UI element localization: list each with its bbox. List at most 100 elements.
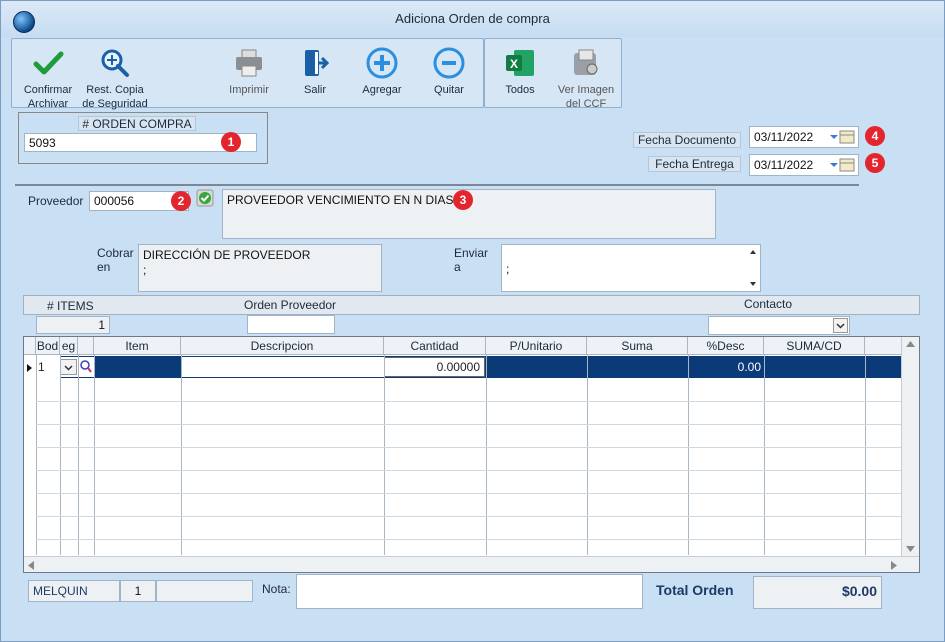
minus-circle-icon bbox=[433, 47, 465, 79]
exit-door-icon bbox=[305, 50, 330, 76]
validate-check-icon[interactable] bbox=[196, 189, 214, 207]
col-empty bbox=[865, 337, 902, 355]
magnifier-plus-icon bbox=[101, 49, 129, 77]
cobrar-address-field: DIRECCIÓN DE PROVEEDOR ; bbox=[138, 244, 382, 292]
scroll-left-icon[interactable] bbox=[28, 561, 34, 570]
scroll-arrows-icon[interactable] bbox=[748, 247, 758, 289]
enviar-address-value: ; bbox=[506, 262, 510, 276]
excel-all-button[interactable]: X Todos bbox=[495, 47, 545, 97]
lookup-magnifier-icon[interactable] bbox=[78, 357, 94, 377]
supplier-order-field[interactable] bbox=[247, 315, 335, 334]
cell-lookup[interactable] bbox=[78, 357, 94, 377]
delivery-date-label: Fecha Entrega bbox=[648, 156, 741, 172]
contact-select[interactable] bbox=[708, 316, 850, 335]
items-grid: Bod eg Item Descripcion Cantidad P/Unita… bbox=[23, 336, 920, 573]
grid-row-divider bbox=[36, 516, 902, 517]
marker-1: 1 bbox=[221, 132, 241, 152]
cobrar-address-line1: DIRECCIÓN DE PROVEEDOR bbox=[143, 248, 311, 262]
add-button[interactable]: Agregar bbox=[356, 47, 408, 97]
confirm-archive-button[interactable]: Confirmar Archivar bbox=[16, 47, 80, 111]
doc-date-field[interactable]: 03/11/2022 bbox=[749, 126, 859, 148]
grid-col-divider bbox=[587, 355, 588, 555]
grid-col-divider bbox=[78, 355, 79, 555]
status-extra bbox=[156, 580, 253, 602]
marker-3: 3 bbox=[453, 190, 473, 210]
grid-col-divider bbox=[764, 355, 765, 555]
col-punitario[interactable]: P/Unitario bbox=[486, 337, 587, 355]
cell-descripcion[interactable] bbox=[181, 357, 384, 377]
checkmark-icon bbox=[33, 51, 64, 75]
grid-col-divider bbox=[384, 355, 385, 555]
col-descripcion[interactable]: Descripcion bbox=[181, 337, 384, 355]
grid-col-divider bbox=[688, 355, 689, 555]
col-item[interactable]: Item bbox=[94, 337, 181, 355]
grid-row-divider bbox=[36, 493, 902, 494]
svg-text:X: X bbox=[510, 57, 518, 71]
row-pointer-icon bbox=[27, 364, 32, 372]
chevron-down-icon[interactable] bbox=[60, 357, 78, 377]
title-bar: Adiciona Orden de compra bbox=[1, 1, 944, 37]
grid-horizontal-scrollbar[interactable] bbox=[24, 556, 919, 572]
marker-2: 2 bbox=[171, 191, 191, 211]
toolbar-main: Confirmar Archivar Rest. Copia de Seguri… bbox=[11, 38, 484, 111]
restore-backup-button[interactable]: Rest. Copia de Seguridad bbox=[78, 47, 152, 111]
view-image-button[interactable]: Ver Imagen del CCF bbox=[555, 47, 617, 111]
grid-col-divider bbox=[94, 355, 95, 555]
exit-button[interactable]: Salir bbox=[292, 47, 338, 97]
grid-col-divider bbox=[486, 355, 487, 555]
grid-vertical-scrollbar[interactable] bbox=[901, 337, 919, 556]
delivery-date-value: 03/11/2022 bbox=[754, 158, 814, 172]
cell-bod[interactable]: 1 bbox=[36, 356, 60, 378]
excel-all-label: Todos bbox=[505, 84, 535, 96]
col-eg[interactable]: eg bbox=[60, 337, 78, 355]
toolbar-export: X Todos Ver Imagen del CCF bbox=[484, 38, 622, 111]
cobrar-label: Cobrar en bbox=[97, 246, 134, 274]
supplier-label: Proveedor bbox=[28, 194, 84, 208]
window-title: Adiciona Orden de compra bbox=[395, 11, 550, 26]
remove-label: Quitar bbox=[434, 84, 464, 96]
items-count-field: 1 bbox=[36, 316, 110, 334]
col-cantidad[interactable]: Cantidad bbox=[384, 337, 486, 355]
grid-col-divider bbox=[60, 355, 61, 555]
col-suma-cd[interactable]: SUMA/CD bbox=[764, 337, 865, 355]
total-label: Total Orden bbox=[656, 582, 734, 598]
cell-desc[interactable]: 0.00 bbox=[688, 357, 764, 377]
status-user: MELQUIN bbox=[28, 580, 120, 602]
grid-col-divider bbox=[181, 355, 182, 555]
scroll-up-icon[interactable] bbox=[906, 341, 915, 347]
scroll-right-icon[interactable] bbox=[891, 561, 897, 570]
plus-circle-icon bbox=[366, 47, 398, 79]
enviar-label: Enviar a bbox=[454, 246, 489, 274]
restore-backup-label: Rest. Copia de Seguridad bbox=[82, 84, 148, 110]
calendar-dropdown-icon[interactable] bbox=[828, 128, 856, 146]
status-number: 1 bbox=[120, 580, 156, 602]
note-field[interactable] bbox=[296, 574, 643, 609]
remove-button[interactable]: Quitar bbox=[426, 47, 472, 97]
items-count-label: # ITEMS bbox=[47, 299, 94, 313]
enviar-address-field[interactable]: ; bbox=[501, 244, 761, 292]
col-desc[interactable]: %Desc bbox=[688, 337, 764, 355]
row-header-corner bbox=[24, 337, 36, 355]
excel-icon: X bbox=[506, 50, 534, 76]
cell-eg-dropdown[interactable] bbox=[60, 357, 78, 377]
cell-cantidad[interactable]: 0.00000 bbox=[384, 357, 485, 377]
doc-date-label: Fecha Documento bbox=[633, 132, 741, 148]
order-window: Adiciona Orden de compra Confirmar Archi… bbox=[0, 0, 945, 642]
total-value: $0.00 bbox=[753, 576, 882, 609]
col-bod[interactable]: Bod bbox=[36, 337, 60, 355]
confirm-archive-label: Confirmar Archivar bbox=[23, 84, 73, 110]
grid-row-divider bbox=[36, 401, 902, 402]
col-icon[interactable] bbox=[78, 337, 94, 355]
cobrar-address-line2: ; bbox=[143, 263, 147, 277]
delivery-date-field[interactable]: 03/11/2022 bbox=[749, 154, 859, 176]
chevron-down-icon[interactable] bbox=[833, 318, 848, 333]
calendar-dropdown-icon[interactable] bbox=[828, 156, 856, 174]
exit-label: Salir bbox=[303, 84, 326, 96]
scroll-down-icon[interactable] bbox=[906, 546, 915, 552]
print-button[interactable]: Imprimir bbox=[222, 47, 276, 97]
col-suma[interactable]: Suma bbox=[587, 337, 688, 355]
grid-row-divider bbox=[36, 470, 902, 471]
grid-row-divider bbox=[36, 539, 902, 540]
grid-row-divider bbox=[36, 424, 902, 425]
supplier-order-label: Orden Proveedor bbox=[244, 298, 337, 312]
